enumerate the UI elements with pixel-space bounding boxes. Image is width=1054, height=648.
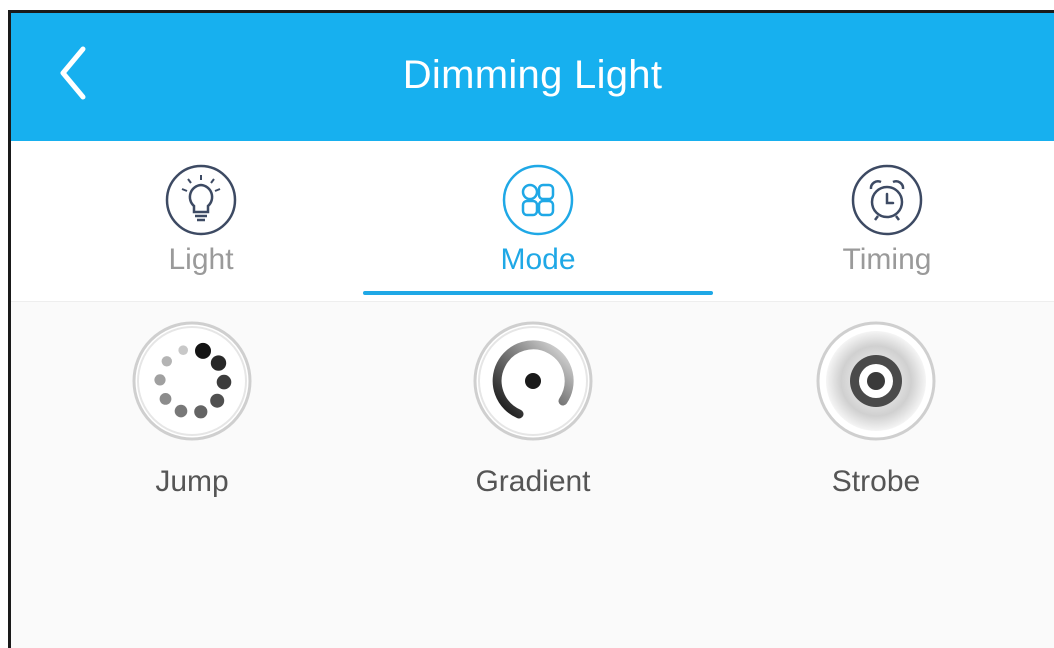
- grid-modes-icon: [502, 164, 574, 236]
- gradient-ring-icon: [473, 321, 593, 441]
- mode-strobe[interactable]: Strobe: [766, 319, 986, 499]
- page-title: Dimming Light: [402, 53, 663, 97]
- mode-strobe-label: Strobe: [831, 465, 921, 498]
- active-tab-indicator: [363, 291, 713, 295]
- mode-gradient[interactable]: Gradient: [423, 319, 643, 499]
- tab-mode-label: Mode: [500, 243, 576, 276]
- header-bar: Dimming Light: [11, 13, 1054, 141]
- jump-dots-icon: [132, 321, 252, 441]
- lightbulb-icon: [165, 164, 237, 236]
- tab-timing-label: Timing: [842, 243, 932, 276]
- mode-gradient-label: Gradient: [475, 465, 591, 498]
- tab-bar: Light Mode Timing: [11, 141, 1054, 302]
- mode-jump[interactable]: Jump: [82, 319, 302, 499]
- alarm-clock-icon: [851, 164, 923, 236]
- app-screen: Dimming Light Light Mode Timing Jump Gra…: [8, 10, 1054, 648]
- tab-light-label: Light: [168, 243, 234, 276]
- mode-jump-label: Jump: [155, 465, 229, 498]
- tab-mode[interactable]: Mode: [438, 163, 638, 283]
- tab-timing[interactable]: Timing: [787, 163, 987, 283]
- mode-list: Jump Gradient Strobe: [11, 313, 1054, 533]
- tab-light[interactable]: Light: [101, 163, 301, 283]
- strobe-target-icon: [816, 321, 936, 441]
